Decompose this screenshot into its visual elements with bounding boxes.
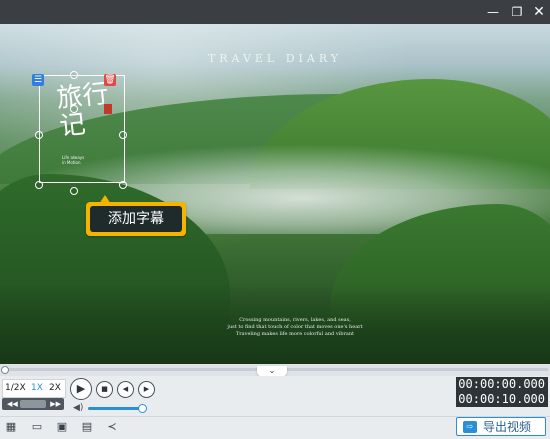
- speed-selector: 1/2X 1X 2X: [2, 379, 66, 398]
- seek-handle[interactable]: [20, 400, 46, 408]
- new-project-icon[interactable]: ▦: [4, 420, 18, 434]
- video-caption: Crossing mountains, rivers, lakes, and s…: [170, 317, 420, 338]
- resize-handle[interactable]: [35, 131, 43, 139]
- volume-icon[interactable]: ◀): [73, 403, 83, 413]
- video-title-text: TRAVEL DIARY: [207, 52, 343, 65]
- speed-1x-button[interactable]: 1X: [31, 381, 43, 395]
- maximize-button[interactable]: ❐: [509, 4, 525, 20]
- video-preview[interactable]: TRAVEL DIARY Crossing mountains, rivers,…: [0, 24, 550, 364]
- bottom-toolbar: ▦ ▭ ▣ ▤ ≺ ⇨ 导出视频: [0, 416, 550, 439]
- resize-handle[interactable]: [35, 181, 43, 189]
- export-icon: ⇨: [463, 421, 477, 433]
- total-time: 00:00:10.000: [458, 392, 545, 406]
- speed-half-button[interactable]: 1/2X: [5, 381, 26, 395]
- caption-line: Crossing mountains, rivers, lakes, and s…: [239, 317, 351, 323]
- delete-icon[interactable]: 🗑: [104, 74, 116, 86]
- speed-2x-button[interactable]: 2X: [49, 381, 61, 395]
- next-frame-button[interactable]: ▶: [138, 381, 155, 398]
- export-label: 导出视频: [483, 420, 532, 434]
- volume-slider[interactable]: [88, 407, 144, 410]
- playback-controls: 1/2X 1X 2X ◀◀ ▶▶ ▶ ■ ◀ ▶ ◀) 00:00:00.000…: [0, 376, 550, 439]
- resize-handle[interactable]: [70, 71, 78, 79]
- minimize-button[interactable]: —: [485, 4, 501, 20]
- share-icon[interactable]: ≺: [105, 420, 119, 434]
- tooltip-label: 添加字幕: [90, 206, 182, 232]
- previous-frame-button[interactable]: ◀: [117, 381, 134, 398]
- open-folder-icon[interactable]: ▭: [30, 420, 44, 434]
- volume-slider-thumb[interactable]: [138, 404, 147, 413]
- caption-line: just to find that touch of color that mo…: [227, 324, 363, 330]
- edit-text-icon[interactable]: ☰: [32, 74, 44, 86]
- red-seal-stamp: [104, 104, 112, 114]
- volume-level: [88, 407, 142, 410]
- resize-handle[interactable]: [70, 187, 78, 195]
- resize-handle[interactable]: [119, 181, 127, 189]
- time-display: 00:00:00.000 00:00:10.000: [456, 377, 548, 407]
- add-subtitle-tooltip: 添加字幕: [86, 202, 186, 236]
- fast-forward-icon[interactable]: ▶▶: [50, 399, 61, 409]
- title-bar: — ❐ ✕: [0, 0, 550, 25]
- save-as-icon[interactable]: ▤: [80, 420, 94, 434]
- rewind-icon[interactable]: ◀◀: [7, 399, 18, 409]
- stop-button[interactable]: ■: [96, 381, 113, 398]
- timeline-playhead[interactable]: [1, 366, 9, 374]
- current-time: 00:00:00.000: [458, 377, 545, 391]
- text-element-subtitle: Life always in Motion: [62, 155, 85, 165]
- close-button[interactable]: ✕: [531, 4, 547, 20]
- play-button[interactable]: ▶: [70, 378, 92, 400]
- frame-seek-bar[interactable]: ◀◀ ▶▶: [2, 398, 64, 410]
- save-icon[interactable]: ▣: [55, 420, 69, 434]
- export-video-button[interactable]: ⇨ 导出视频: [456, 417, 546, 436]
- caption-line: Traveling makes life more colorful and v…: [235, 331, 355, 337]
